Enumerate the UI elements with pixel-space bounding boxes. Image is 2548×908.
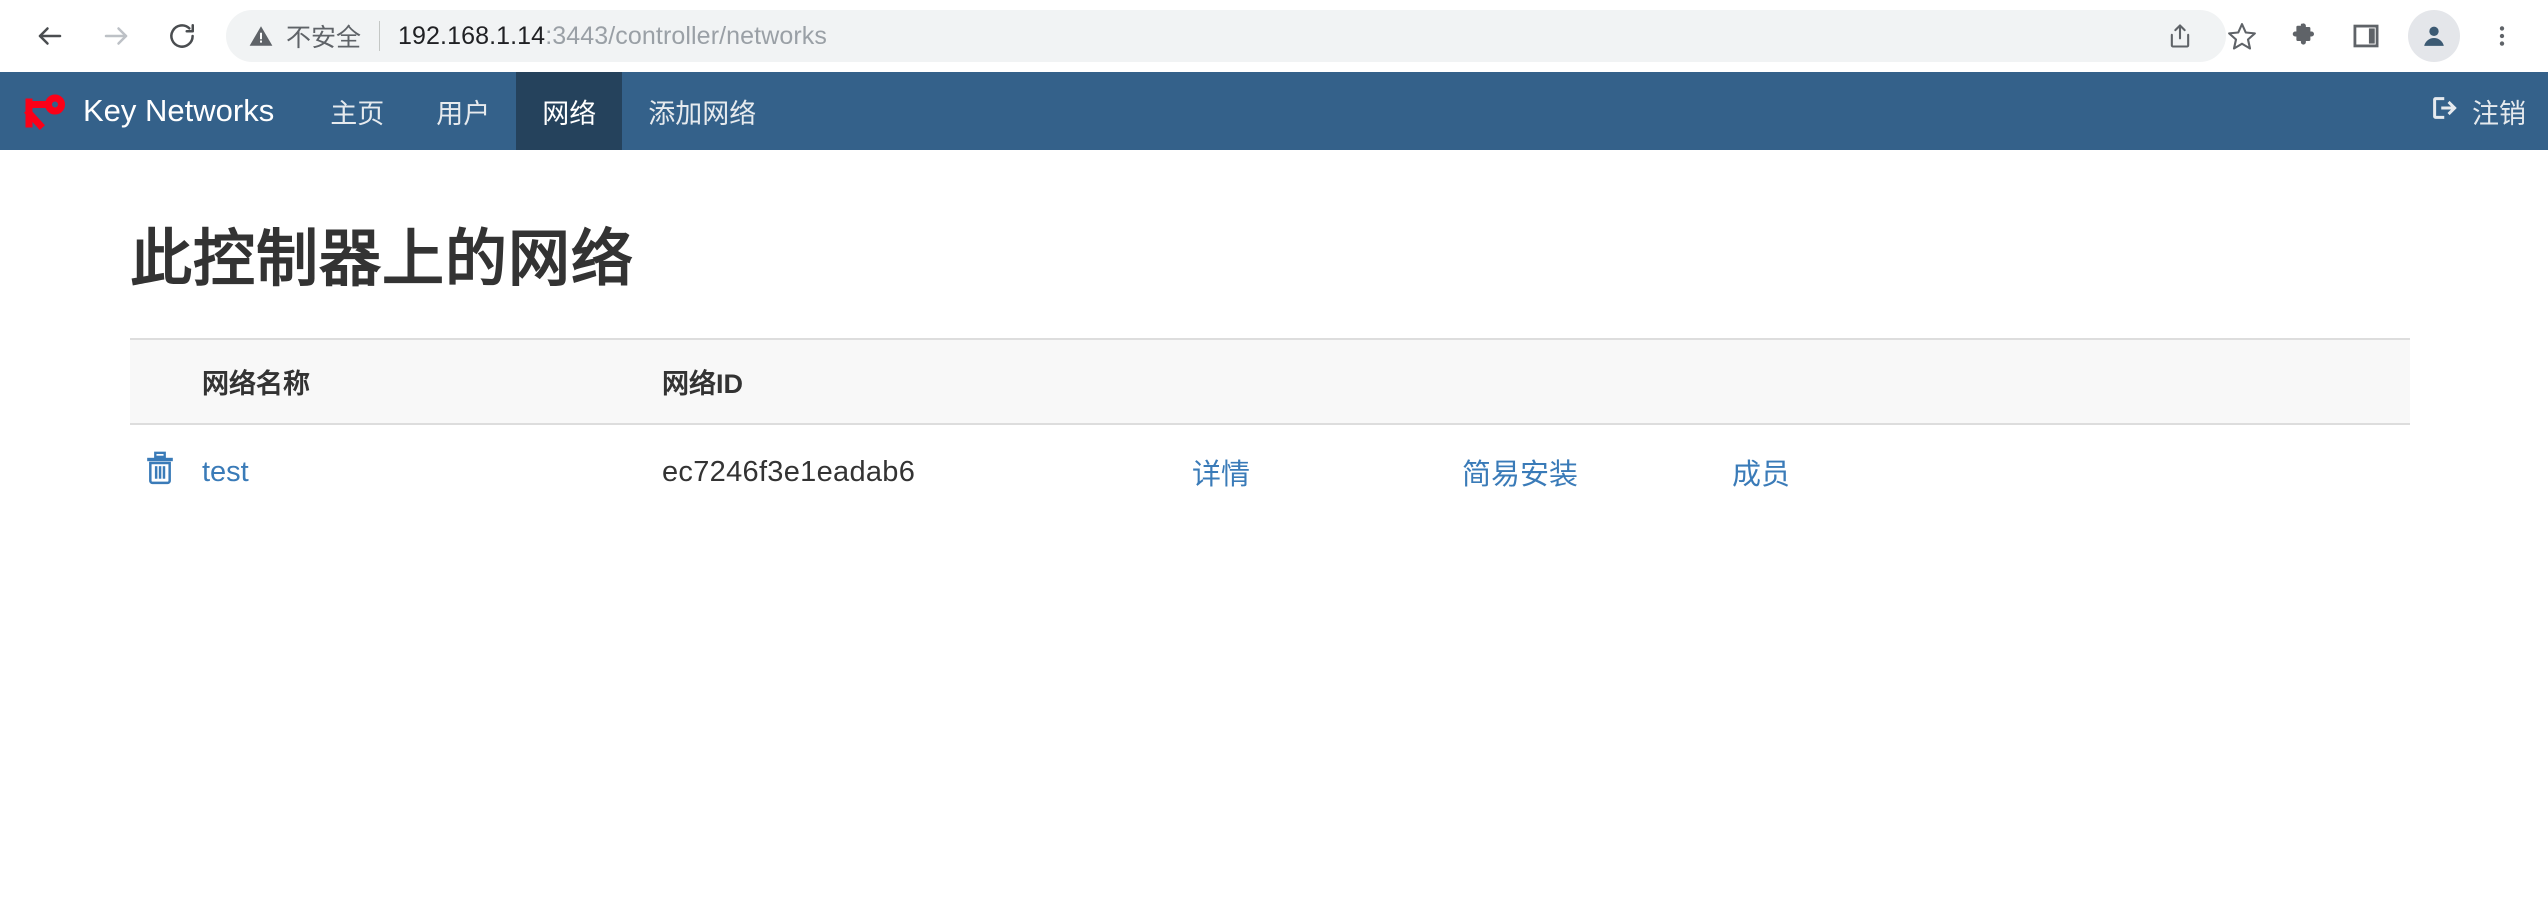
easy-install-link[interactable]: 简易安装 (1462, 459, 1578, 491)
extensions-puzzle-icon (2292, 23, 2314, 45)
networks-table: 网络名称 网络ID test ec7246f3e1eadab6 详情 简易安装 … (130, 338, 2410, 519)
share-button[interactable] (2152, 8, 2208, 64)
page-title: 此控制器上的网络 (130, 225, 635, 294)
browser-toolbar: 不安全 192.168.1.14:3443/controller/network… (0, 0, 2548, 72)
browser-menu-button[interactable] (2474, 8, 2530, 64)
networks-table-container: 网络名称 网络ID test ec7246f3e1eadab6 详情 简易安装 … (130, 338, 2410, 519)
omnibox-divider (379, 21, 381, 51)
trash-icon[interactable] (144, 451, 176, 485)
reload-button[interactable] (154, 8, 210, 64)
page-content: 此控制器上的网络 网络名称 网络ID test ec7246f3e1eadab6… (0, 208, 2548, 519)
url-display[interactable]: 192.168.1.14:3443/controller/networks (398, 22, 827, 51)
column-header-network-name: 网络名称 (202, 369, 310, 399)
profile-button[interactable] (2408, 10, 2460, 62)
table-row: test ec7246f3e1eadab6 详情 简易安装 成员 (130, 424, 2410, 519)
reload-icon (170, 24, 195, 48)
cell-network-id: ec7246f3e1eadab6 (662, 424, 1192, 519)
nav-item-add-network[interactable]: 添加网络 (622, 72, 782, 150)
cell-network-name: test (202, 424, 662, 519)
network-id-value: ec7246f3e1eadab6 (662, 455, 916, 488)
logout-button[interactable]: 注销 (2429, 72, 2526, 150)
share-icon (2170, 24, 2190, 48)
column-header-details (1192, 339, 1462, 424)
network-name-link[interactable]: test (202, 456, 249, 488)
cell-details: 详情 (1192, 424, 1462, 519)
url-host: 192.168.1.14 (398, 21, 546, 50)
back-arrow-icon (38, 27, 62, 45)
members-link[interactable]: 成员 (1732, 459, 1790, 491)
cell-install: 简易安装 (1462, 424, 1732, 519)
nav-item-users[interactable]: 用户 (410, 72, 516, 150)
cell-members: 成员 (1732, 424, 2410, 519)
forward-arrow-icon (104, 27, 128, 45)
brand[interactable]: Key Networks (0, 72, 304, 150)
column-header-network-id: 网络ID (662, 369, 743, 399)
browser-nav-buttons (22, 8, 210, 64)
back-button[interactable] (22, 8, 78, 64)
nav-item-networks[interactable]: 网络 (516, 72, 623, 150)
column-header-delete (130, 339, 202, 424)
table-header-row: 网络名称 网络ID (130, 339, 2410, 424)
three-dot-menu-icon (2499, 26, 2505, 46)
app-navbar: Key Networks 主页 用户 网络 添加网络 注销 (0, 72, 2548, 150)
security-status-chip[interactable]: 不安全 (248, 18, 361, 54)
details-link[interactable]: 详情 (1192, 459, 1250, 491)
cell-delete[interactable] (130, 424, 202, 519)
brand-label: Key Networks (83, 93, 275, 128)
column-header-members (1732, 339, 2410, 424)
warning-triangle-icon (248, 23, 274, 49)
side-panel-icon (2353, 24, 2379, 48)
sign-out-icon (2429, 93, 2459, 130)
column-header-install (1462, 339, 1732, 424)
extensions-button[interactable] (2276, 8, 2332, 64)
networks-table-body: test ec7246f3e1eadab6 详情 简易安装 成员 (130, 424, 2410, 519)
address-bar[interactable]: 不安全 192.168.1.14:3443/controller/network… (226, 10, 2226, 62)
side-panel-button[interactable] (2338, 8, 2394, 64)
security-status-label: 不安全 (286, 24, 362, 52)
url-path: :3443/controller/networks (545, 21, 827, 50)
browser-action-buttons (2152, 0, 2530, 72)
profile-avatar-icon (2424, 26, 2444, 46)
navbar-links: 主页 用户 网络 添加网络 (304, 72, 782, 150)
bookmark-button[interactable] (2214, 8, 2270, 64)
bookmark-star-icon (2228, 23, 2256, 50)
nav-item-home[interactable]: 主页 (304, 72, 410, 150)
key-icon (22, 91, 66, 131)
forward-button[interactable] (88, 8, 144, 64)
networks-table-head: 网络名称 网络ID (130, 339, 2410, 424)
logout-label: 注销 (2472, 98, 2526, 129)
